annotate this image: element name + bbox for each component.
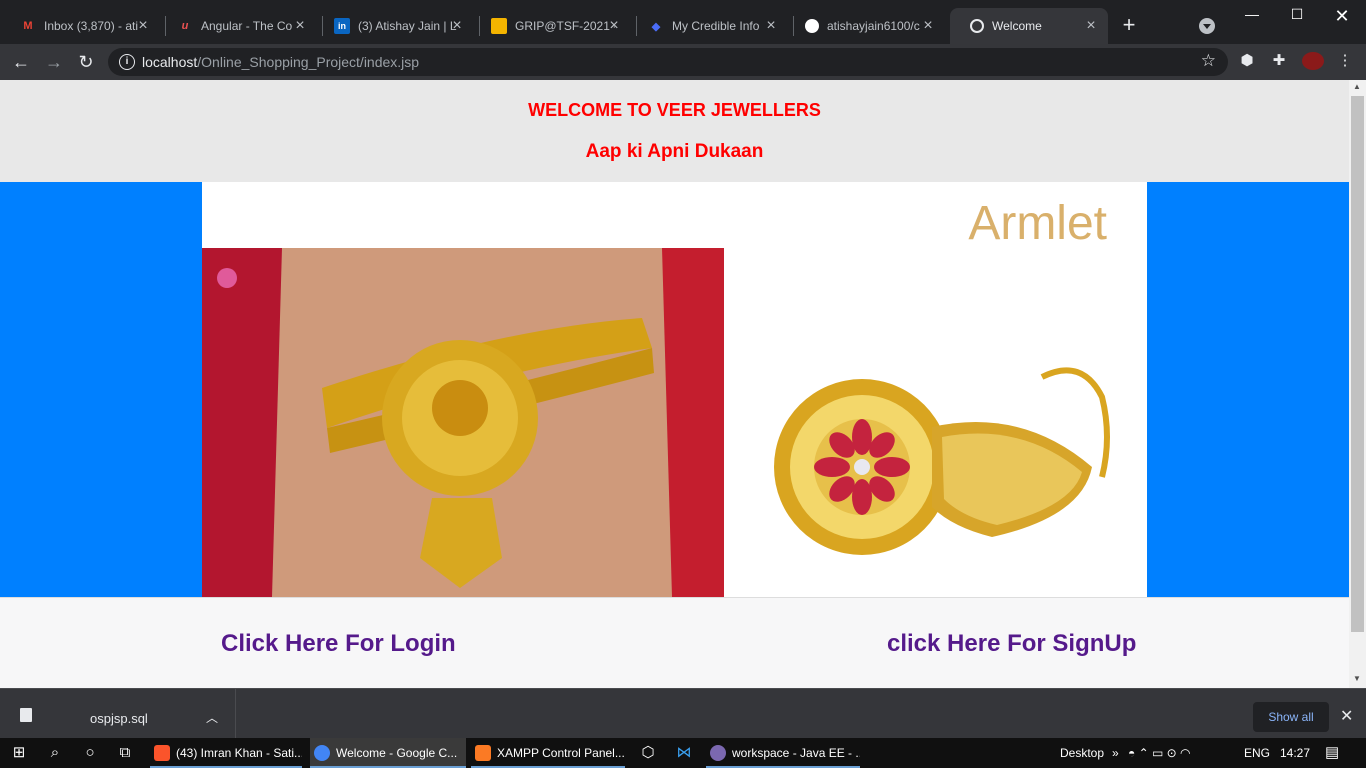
globe-icon <box>970 19 984 33</box>
profile-avatar[interactable] <box>1302 52 1324 70</box>
tab-angular[interactable]: u Angular - The Co × <box>157 8 317 44</box>
chevron-up-icon[interactable]: ︿ <box>206 709 218 726</box>
tab-title: Welcome <box>992 19 1042 33</box>
scrollbar-thumb[interactable] <box>1351 96 1364 632</box>
banner-image: Armlet <box>202 182 1147 597</box>
back-button[interactable]: ← <box>9 50 33 74</box>
vscode-icon[interactable]: ⋈ <box>674 743 694 763</box>
link-bar: Click Here For Login click Here For Sign… <box>0 597 1349 688</box>
bookmark-star-icon[interactable]: ☆ <box>1201 51 1216 71</box>
site-info-icon[interactable]: i <box>119 54 135 70</box>
search-icon[interactable]: ⌕ <box>45 743 65 763</box>
scroll-down-icon[interactable]: ▼ <box>1353 674 1361 683</box>
slides-icon <box>491 18 507 34</box>
close-tab-icon[interactable]: × <box>1082 17 1100 35</box>
browser-toolbar: ← → ↻ i localhost/Online_Shopping_Projec… <box>0 44 1366 80</box>
page-scrollbar[interactable]: ▲ ▼ <box>1349 80 1366 688</box>
banner: Armlet <box>0 182 1349 597</box>
close-tab-icon[interactable]: × <box>919 17 937 35</box>
tab-credible-info[interactable]: ◆ My Credible Info × <box>628 8 788 44</box>
taskbar-app-xampp[interactable]: XAMPP Control Panel... <box>471 738 625 768</box>
download-item[interactable]: ospjsp.sql ︿ <box>0 689 236 739</box>
maximize-button[interactable]: ☐ <box>1285 6 1309 26</box>
gmail-icon: M <box>23 20 33 32</box>
armlet-photo-right <box>774 367 1110 555</box>
tab-title: (3) Atishay Jain | L <box>358 19 457 33</box>
chrome-icon <box>314 745 330 761</box>
download-filename: ospjsp.sql <box>90 711 148 726</box>
tray-overflow-icon[interactable]: » <box>1112 738 1119 768</box>
extensions-puzzle-icon[interactable]: ✚ <box>1270 52 1288 70</box>
udemy-icon: u <box>181 20 189 32</box>
login-link[interactable]: Click Here For Login <box>221 630 456 658</box>
armlet-label: Armlet <box>968 197 1107 250</box>
close-tab-icon[interactable]: × <box>134 17 152 35</box>
menu-kebab-icon[interactable]: ⋮ <box>1336 52 1354 70</box>
page-viewport: WELCOME TO VEER JEWELLERS Aap ki Apni Du… <box>0 80 1349 688</box>
tab-title: Inbox (3,870) - ati <box>44 19 139 33</box>
tab-github[interactable]: atishayjain6100/c × <box>785 8 945 44</box>
close-download-bar-icon[interactable]: ✕ <box>1340 706 1353 726</box>
tab-linkedin[interactable]: in (3) Atishay Jain | L × <box>314 8 474 44</box>
tab-grip[interactable]: GRIP@TSF-2021 - × <box>471 8 631 44</box>
tab-gmail[interactable]: M Inbox (3,870) - ati × <box>0 8 160 44</box>
tray-icons[interactable]: ◓ ⌃ ▭ ⊙ ◠ <box>1128 738 1191 768</box>
scroll-up-icon[interactable]: ▲ <box>1353 82 1361 91</box>
minimize-button[interactable]: — <box>1240 6 1264 26</box>
close-window-button[interactable]: ✕ <box>1330 6 1354 26</box>
tab-title: GRIP@TSF-2021 - <box>515 19 615 33</box>
github-icon <box>805 19 819 33</box>
tab-title: atishayjain6100/c <box>827 19 920 33</box>
address-bar[interactable]: i localhost/Online_Shopping_Project/inde… <box>108 48 1228 76</box>
linkedin-icon: in <box>334 18 350 34</box>
tab-strip: M Inbox (3,870) - ati × u Angular - The … <box>0 0 1366 44</box>
taskbar-app-brave[interactable]: (43) Imran Khan - Sati... <box>150 738 302 768</box>
reload-button[interactable]: ↻ <box>74 50 98 74</box>
clock[interactable]: 14:27 <box>1280 738 1310 768</box>
close-tab-icon[interactable]: × <box>605 17 623 35</box>
xampp-icon <box>475 745 491 761</box>
windows-taskbar: ⊞ ⌕ ○ ⧉ (43) Imran Khan - Sati... Welcom… <box>0 738 1366 768</box>
cortana-icon[interactable]: ○ <box>80 743 100 763</box>
page-icon: ◆ <box>651 20 661 33</box>
tab-title: Angular - The Co <box>201 19 293 33</box>
tab-title: My Credible Info <box>672 19 760 33</box>
page-header: WELCOME TO VEER JEWELLERS Aap ki Apni Du… <box>0 80 1349 182</box>
windows-start-icon[interactable]: ⊞ <box>9 743 29 763</box>
file-icon <box>20 708 32 722</box>
show-all-button[interactable]: Show all <box>1253 702 1329 732</box>
task-view-icon[interactable]: ⧉ <box>115 743 135 763</box>
taskbar-app-eclipse[interactable]: workspace - Java EE - ... <box>706 738 860 768</box>
language-indicator[interactable]: ENG <box>1244 738 1270 768</box>
eclipse-icon <box>710 745 726 761</box>
forward-button[interactable]: → <box>42 50 66 74</box>
page-subtitle: Aap ki Apni Dukaan <box>585 141 764 162</box>
desktop-toolbar[interactable]: Desktop <box>1060 738 1104 768</box>
tab-welcome[interactable]: Welcome × <box>950 8 1108 44</box>
close-tab-icon[interactable]: × <box>291 17 309 35</box>
tab-search-icon[interactable] <box>1199 18 1215 34</box>
close-tab-icon[interactable]: × <box>448 17 466 35</box>
armlet-photo-left <box>202 248 724 597</box>
url-text[interactable]: localhost/Online_Shopping_Project/index.… <box>142 54 419 70</box>
taskbar-app-chrome[interactable]: Welcome - Google C... <box>310 738 466 768</box>
close-tab-icon[interactable]: × <box>762 17 780 35</box>
notifications-icon[interactable]: ▤ <box>1325 738 1339 768</box>
new-tab-button[interactable]: + <box>1117 14 1141 38</box>
brave-icon <box>154 745 170 761</box>
page-title: WELCOME TO VEER JEWELLERS <box>528 100 821 120</box>
box-app-icon[interactable]: ⬡ <box>638 743 658 763</box>
extension-cube-icon[interactable]: ⬢ <box>1238 52 1256 70</box>
signup-link[interactable]: click Here For SignUp <box>887 630 1136 658</box>
download-bar: ospjsp.sql ︿ Show all ✕ <box>0 688 1366 739</box>
